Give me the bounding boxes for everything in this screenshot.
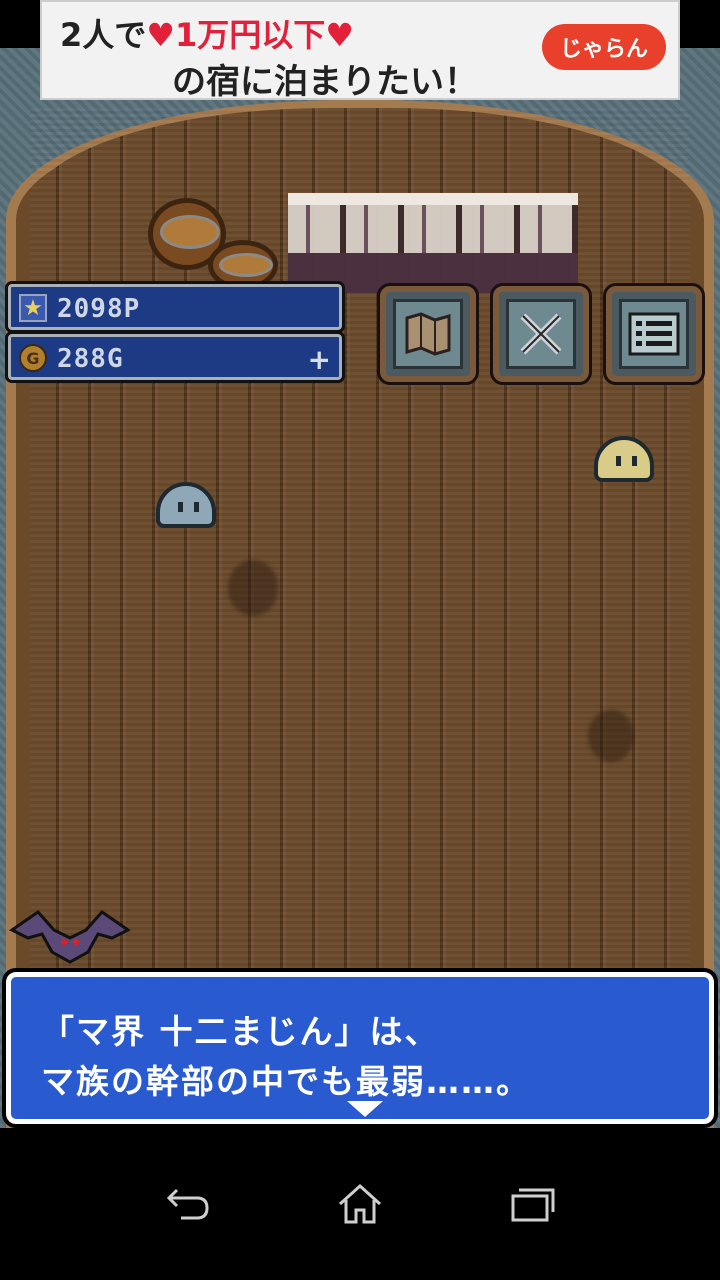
ad-banner[interactable]: 2人で♥1万円以下♥ の宿に泊まりたい！ じゃらん [40,0,680,102]
game-scene[interactable] [0,48,720,1128]
deck-railing [288,193,578,293]
ad-brand-logo: じゃらん [542,24,666,70]
add-gold-button[interactable]: + [308,343,331,376]
deck-stain [228,560,278,616]
dialog-next-caret [347,1101,383,1117]
ad-subline: の宿に泊まりたい！ [172,62,478,102]
home-button[interactable] [320,1174,400,1234]
star-icon: ★ [19,294,47,322]
bat-monster[interactable] [8,908,132,968]
dialog-line-1: 「マ界 十二まじん」は、 [41,1012,440,1051]
back-icon [166,1188,209,1220]
battle-button[interactable] [490,283,592,385]
dialog-line-2: マ族の幹部の中でも最弱……。 [41,1062,531,1101]
deck-stain [588,710,634,762]
gold-bar: G 288G + [5,331,345,383]
ad-headline-prefix: 2人で [60,16,147,54]
points-bar: ★ 2098P [5,281,345,333]
coin-icon: G [19,344,47,372]
system-nav-bar [0,1128,720,1280]
back-button[interactable] [147,1174,227,1234]
gold-value: 288G [57,344,124,374]
recent-apps-button[interactable] [493,1174,573,1234]
deck-railing-top [288,193,578,205]
home-icon [338,1183,381,1224]
points-value: 2098P [57,294,141,324]
dialog-box[interactable]: 「マ界 十二まじん」は、 マ族の幹部の中でも最弱……。 [2,968,718,1128]
crossed-swords-icon [506,299,576,369]
list-menu-button[interactable] [603,283,705,385]
barrel [208,240,278,290]
ad-headline: 2人で♥1万円以下♥ [60,10,354,56]
map-button[interactable] [377,283,479,385]
map-icon [393,299,463,369]
ad-headline-highlight: ♥1万円以下♥ [146,16,354,54]
list-icon [619,299,689,369]
recent-apps-icon [511,1188,555,1222]
